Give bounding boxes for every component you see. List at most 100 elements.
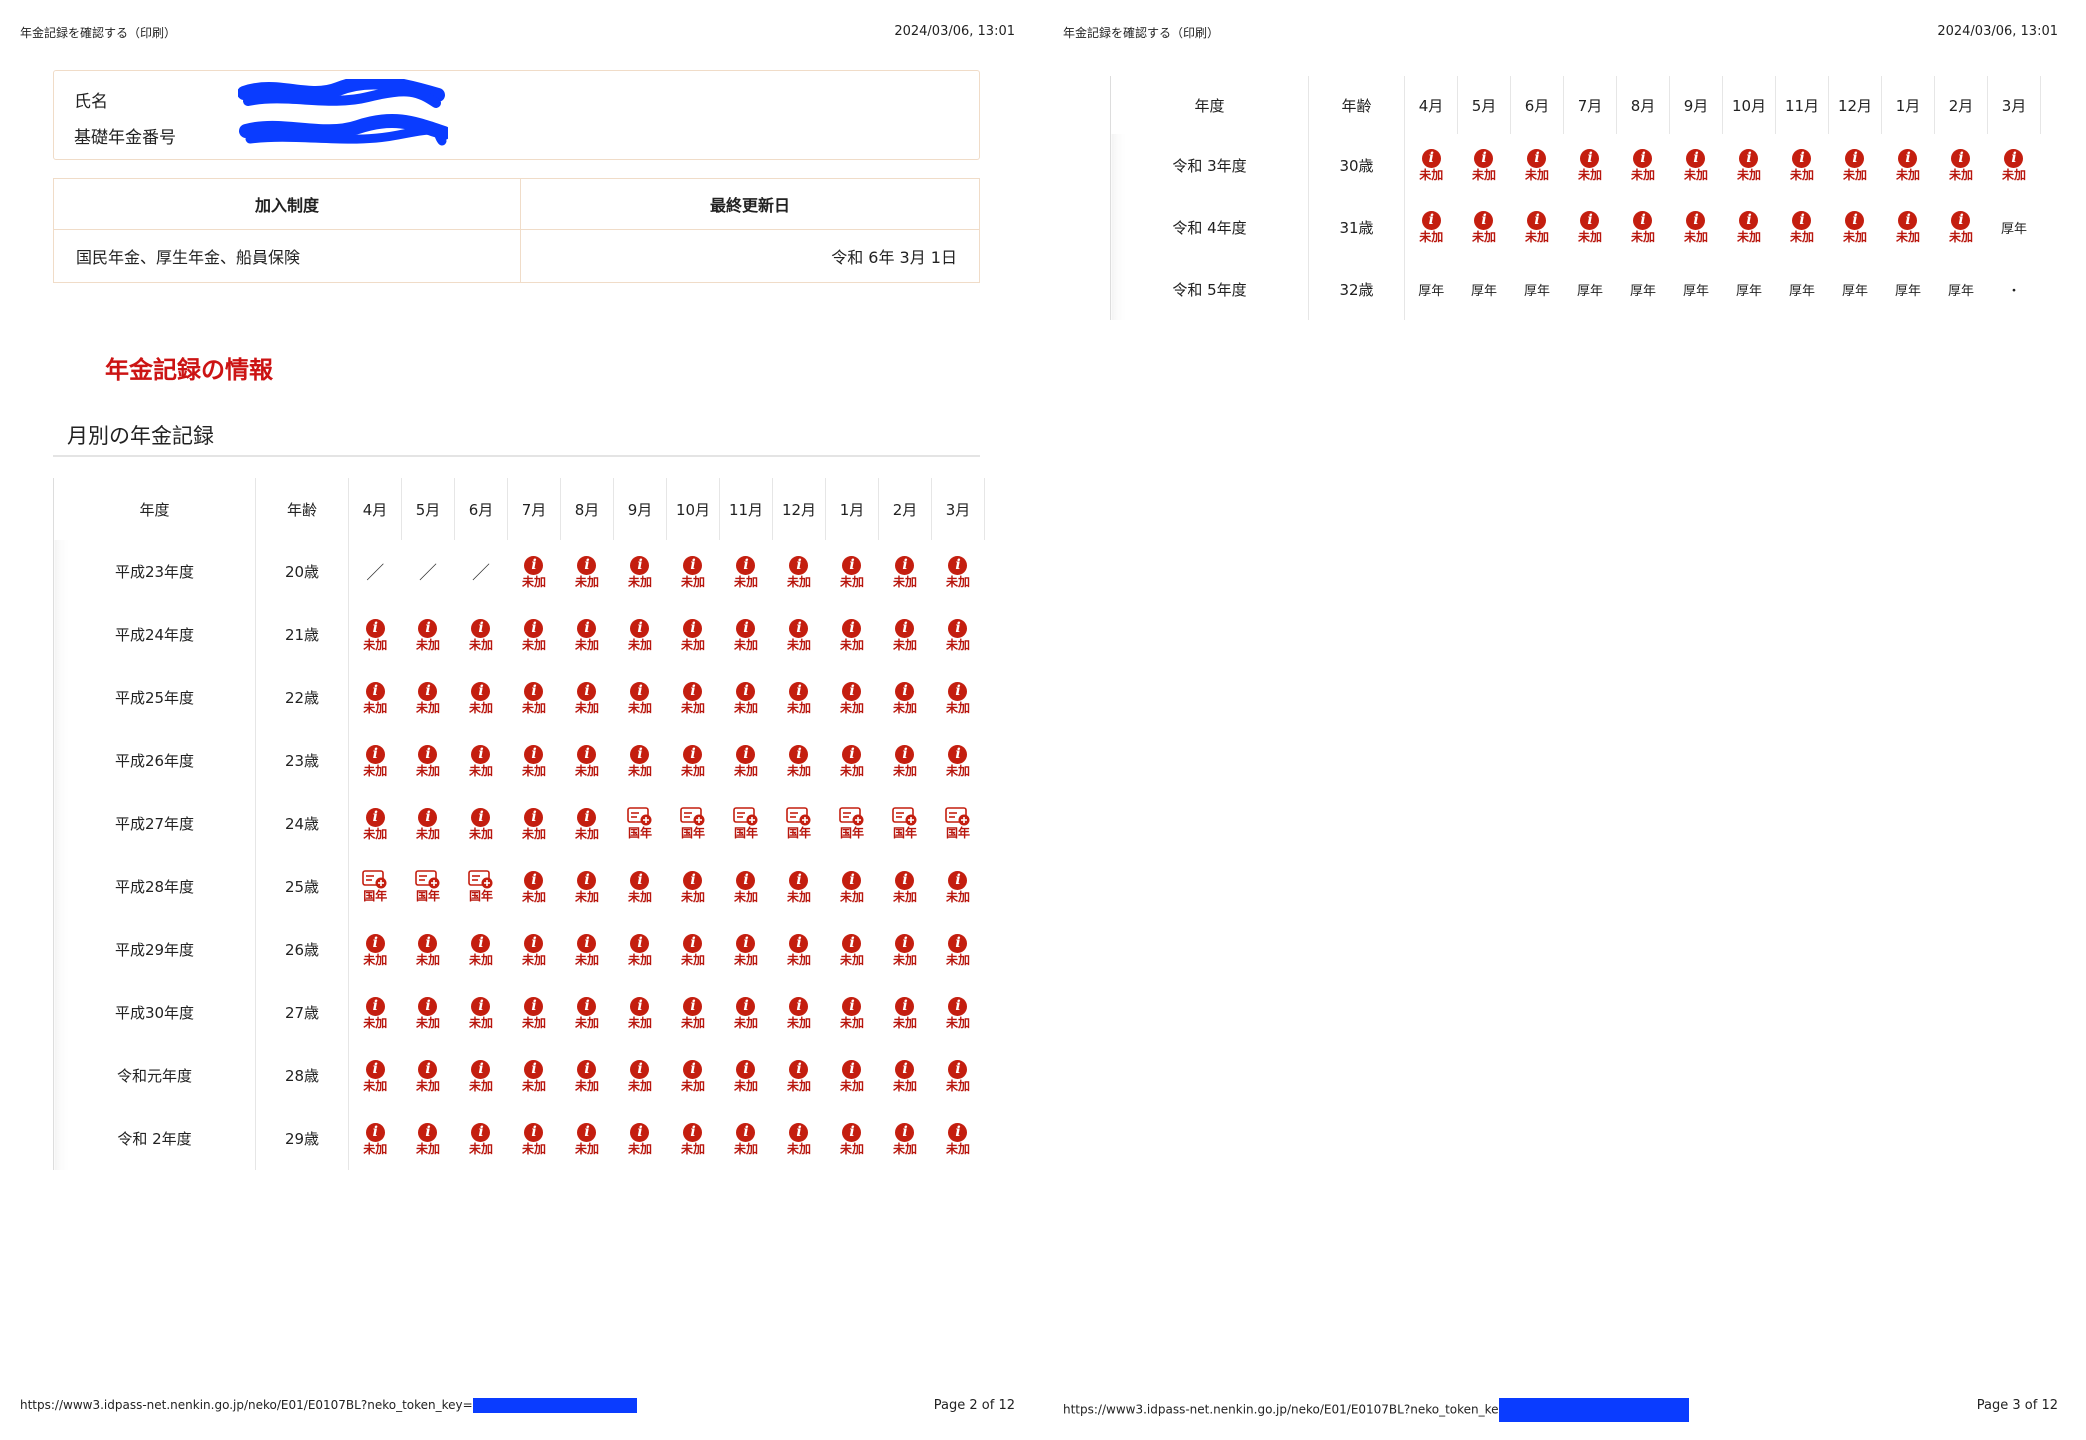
- info-icon: i: [895, 744, 915, 764]
- month-cell: i 未加: [1670, 134, 1723, 196]
- month-cell: 厚年: [1458, 258, 1511, 320]
- month-status: i 未加: [681, 744, 705, 778]
- month-status: i 未加: [522, 933, 546, 967]
- month-status: i 未加: [734, 1059, 758, 1093]
- info-icon: i: [418, 618, 438, 638]
- status-label: 未加: [468, 952, 493, 967]
- month-status: i 未加: [946, 618, 970, 652]
- status-label: 未加: [945, 1015, 970, 1030]
- info-icon: i: [1951, 149, 1971, 168]
- row-age: 25歳: [255, 855, 349, 918]
- month-cell: i 未加: [349, 603, 402, 666]
- system-value: 国民年金、厚生年金、船員保険: [53, 229, 521, 283]
- info-icon: i: [842, 870, 862, 890]
- status-label: 未加: [415, 1078, 440, 1093]
- month-cell: i 未加: [879, 855, 932, 918]
- month-cell: i 未加: [561, 918, 614, 981]
- month-status: i 未加: [1790, 211, 1814, 244]
- month-status: i 未加: [1631, 149, 1655, 182]
- status-label: 厚年: [1576, 283, 1603, 299]
- info-icon: i: [630, 933, 650, 953]
- print-header-datetime: 2024/03/06, 13:01: [894, 24, 1015, 39]
- info-icon: i: [418, 807, 438, 827]
- info-icon: i: [524, 1059, 544, 1079]
- month-status: i 未加: [628, 618, 652, 652]
- status-label: ・: [2007, 283, 2021, 299]
- month-status: i 未加: [628, 1122, 652, 1156]
- month-cell: i 未加: [402, 729, 455, 792]
- month-status: i 未加: [627, 555, 652, 589]
- month-cell: i 未加: [455, 603, 508, 666]
- month-cell: i 未加: [1776, 134, 1829, 196]
- month-status: i 未加: [522, 870, 546, 904]
- month-status: i 未加: [575, 1059, 599, 1093]
- month-status: i 未加: [628, 870, 652, 904]
- month-status: i 未加: [1578, 149, 1602, 182]
- grid-header-row: 年度 年齢 4月 5月 6月 7月 8月 9月 10月 11月 12月 1月 2月 3月: [53, 478, 985, 540]
- info-icon: i: [524, 1122, 544, 1142]
- row-year: 平成25年度: [53, 666, 256, 729]
- monthly-record-grid-continued: 年度 年齢 4月 5月 6月 7月 8月 9月 10月 11月 12月 1月 2月 3月 令和 3年度 30歳…: [1110, 76, 2041, 320]
- month-cell: i 未加: [1882, 134, 1935, 196]
- month-status: 国年: [733, 807, 759, 840]
- name-label: 氏名: [74, 92, 108, 112]
- month-header: 1月: [825, 478, 879, 540]
- row-age: 32歳: [1308, 258, 1405, 320]
- month-cell: 国年: [879, 792, 932, 855]
- month-cell: i 未加: [879, 1044, 932, 1107]
- month-status: i 未加: [1949, 211, 1973, 244]
- info-icon: i: [2004, 149, 2024, 168]
- month-cell: i 未加: [932, 855, 985, 918]
- status-label: 未加: [1471, 168, 1496, 182]
- status-label: 未加: [786, 1015, 811, 1030]
- status-label: 未加: [892, 637, 917, 652]
- token-redaction: [472, 1398, 637, 1413]
- month-cell: i 未加: [508, 1044, 561, 1107]
- section-title: 年金記録の情報: [105, 356, 273, 384]
- month-status: 厚年: [1842, 280, 1868, 299]
- info-icon: i: [630, 870, 650, 890]
- month-status: i 未加: [893, 996, 917, 1030]
- month-cell: i 未加: [1723, 134, 1776, 196]
- month-status: i 未加: [681, 1059, 705, 1093]
- row-age: 20歳: [255, 540, 349, 603]
- info-icon: i: [577, 681, 597, 701]
- month-status: i 未加: [787, 1059, 811, 1093]
- status-label: 未加: [733, 952, 758, 967]
- month-cell: i 未加: [826, 855, 879, 918]
- status-label: 未加: [945, 574, 970, 589]
- status-label: 未加: [363, 952, 388, 967]
- info-icon: i: [630, 1059, 650, 1079]
- month-cell: 厚年: [1564, 258, 1617, 320]
- status-label: 厚年: [1788, 283, 1815, 299]
- status-label: 未加: [1577, 230, 1602, 244]
- status-label: 未加: [786, 637, 811, 652]
- status-label: 未加: [468, 1015, 493, 1030]
- status-label: 未加: [468, 700, 493, 715]
- pension-card-icon: [627, 807, 653, 826]
- status-label: 厚年: [1947, 283, 1974, 299]
- month-status: 厚年: [1736, 280, 1762, 299]
- month-cell: i 未加: [826, 1107, 879, 1170]
- pension-card-icon: [468, 870, 494, 889]
- month-cell: 厚年: [1776, 258, 1829, 320]
- status-label: 未加: [1419, 168, 1444, 182]
- month-status: i 未加: [468, 681, 493, 715]
- month-cell: i 未加: [349, 792, 402, 855]
- month-status: i 未加: [681, 996, 705, 1030]
- month-status: i 未加: [363, 1122, 387, 1156]
- month-status: 国年: [415, 870, 441, 903]
- month-status: 厚年: [1471, 280, 1497, 299]
- month-cell: ・: [1988, 258, 2041, 320]
- info-icon: i: [789, 996, 809, 1016]
- month-status: i 未加: [681, 681, 705, 715]
- month-cell: i 未加: [879, 603, 932, 666]
- info-icon: i: [683, 933, 703, 953]
- status-label: 厚年: [1418, 283, 1445, 299]
- status-label: 未加: [627, 574, 652, 589]
- month-cell: i 未加: [879, 666, 932, 729]
- month-status: i 未加: [840, 555, 864, 589]
- month-cell: i 未加: [455, 729, 508, 792]
- month-cell: ／: [349, 540, 402, 603]
- month-cell: i 未加: [932, 1107, 985, 1170]
